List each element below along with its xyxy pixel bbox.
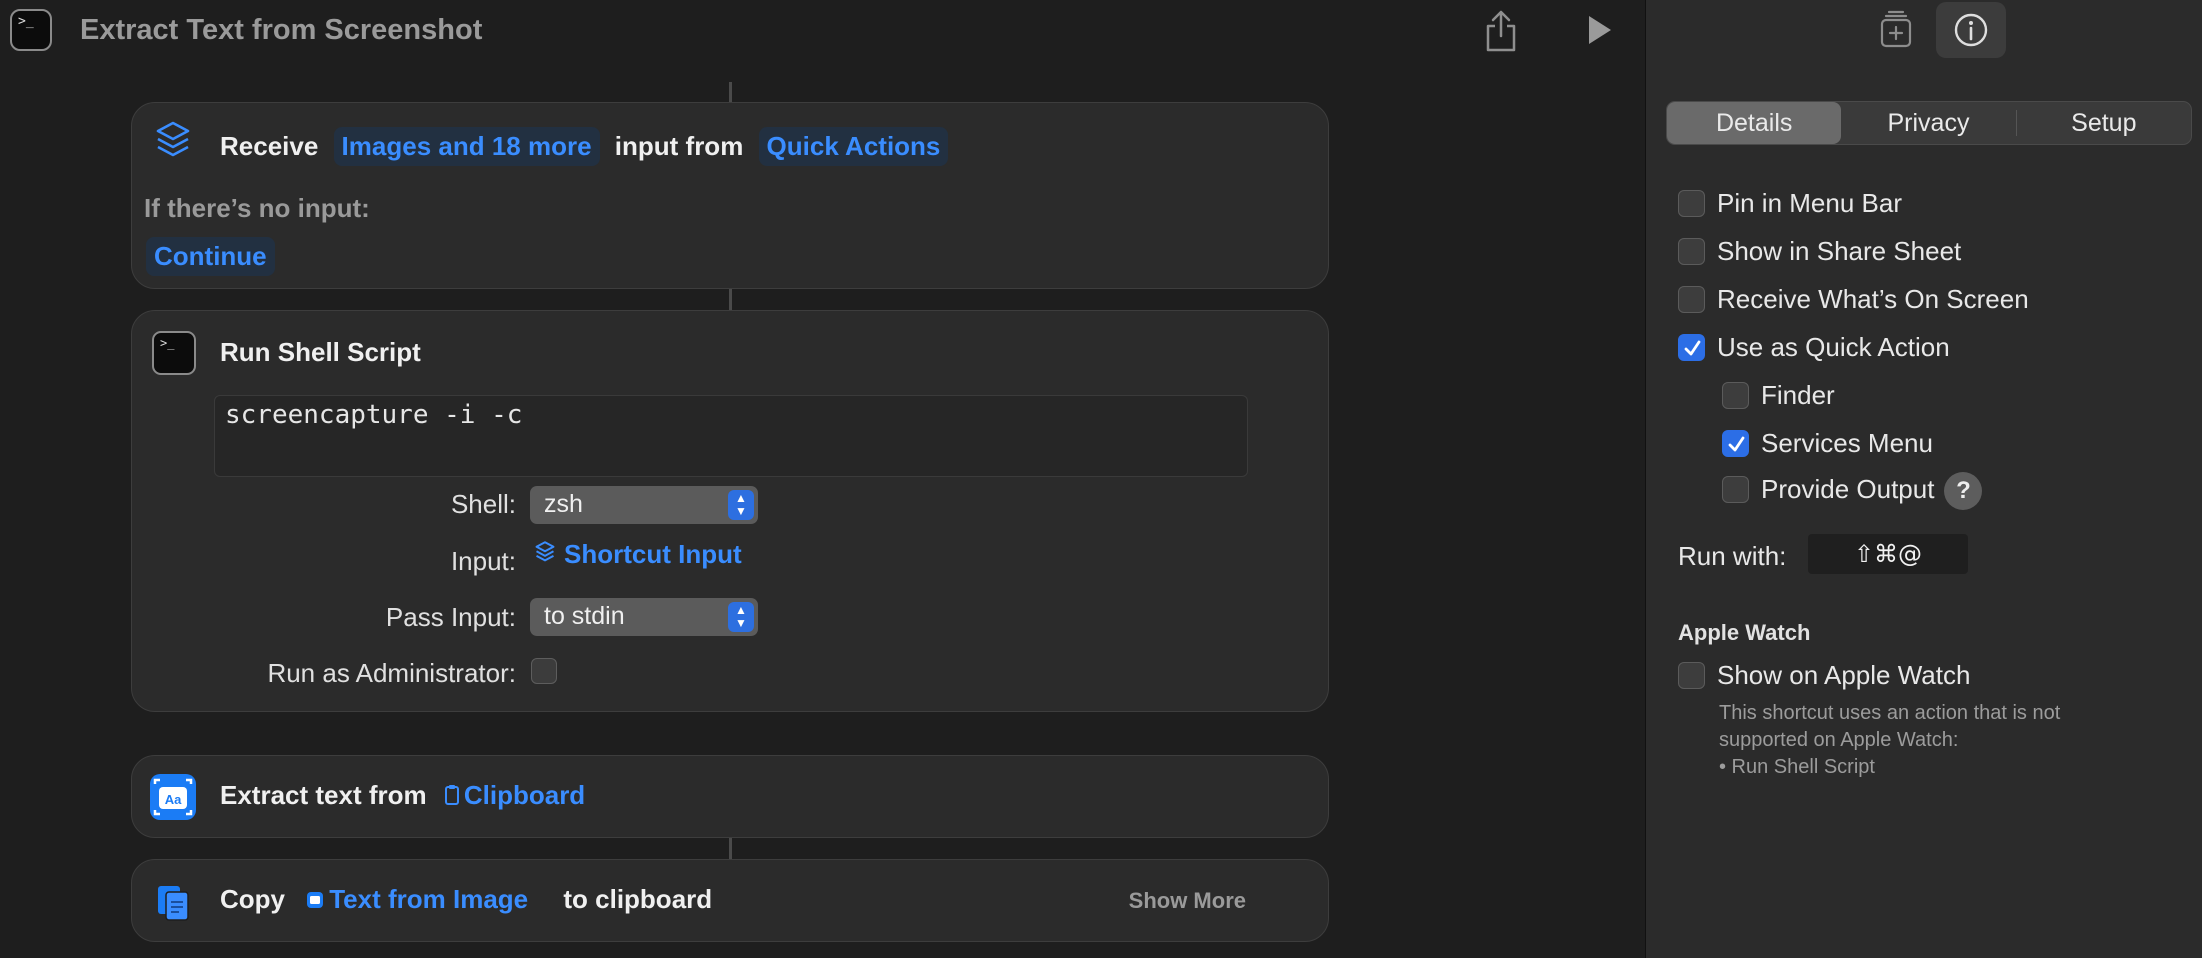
info-button[interactable]: [1936, 2, 2006, 58]
run-as-admin-label: Run as Administrator:: [267, 658, 516, 688]
option-services-menu[interactable]: Services Menu: [1722, 428, 1933, 459]
help-button[interactable]: ?: [1944, 472, 1983, 510]
run-button[interactable]: [1583, 13, 1615, 47]
copy-suffix: to clipboard: [563, 884, 713, 914]
quick-action-label: Use as Quick Action: [1717, 332, 1950, 362]
share-icon: [1486, 10, 1516, 52]
input-from-label: input from: [614, 131, 744, 161]
text-recognition-icon: Aa: [150, 774, 196, 820]
clipboard-pill[interactable]: Clipboard: [444, 780, 585, 810]
show-on-watch-checkbox[interactable]: [1678, 661, 1705, 689]
watch-note-line: supported on Apple Watch:: [1719, 729, 1959, 751]
text-from-image-pill[interactable]: Text from Image: [306, 884, 528, 914]
option-quick-action[interactable]: Use as Quick Action: [1678, 332, 1950, 363]
input-types-pill[interactable]: Images and 18 more: [333, 127, 600, 166]
shell-select[interactable]: zsh ▲ ▼: [530, 486, 758, 524]
text-from-image-label: Text from Image: [329, 884, 529, 914]
pass-input-value: to stdin: [544, 602, 625, 630]
inspector-panel: Details Privacy Setup Pin in Menu Bar Sh…: [1645, 0, 2202, 958]
option-whats-on-screen[interactable]: Receive What’s On Screen: [1678, 284, 2029, 315]
input-variable-pill[interactable]: Shortcut Input: [532, 539, 742, 570]
watch-support-note: This shortcut uses an action that is not…: [1719, 700, 2149, 781]
text-recognition-icon: [307, 892, 324, 908]
connector-line: [729, 82, 732, 102]
chevron-updown-icon: ▲ ▼: [728, 602, 754, 632]
terminal-icon: >_: [152, 331, 196, 375]
quick-action-checkbox[interactable]: [1678, 333, 1705, 361]
provide-output-checkbox[interactable]: [1722, 475, 1749, 503]
option-provide-output[interactable]: Provide Output?: [1722, 472, 1983, 510]
inspector-tabs: Details Privacy Setup: [1666, 101, 2192, 145]
whats-on-screen-checkbox[interactable]: [1678, 285, 1705, 313]
whats-on-screen-label: Receive What’s On Screen: [1717, 284, 2029, 314]
show-on-watch-label: Show on Apple Watch: [1717, 660, 1971, 690]
shortcut-input-icon: [150, 119, 196, 165]
finder-label: Finder: [1761, 380, 1835, 410]
copy-icon: [150, 878, 196, 924]
option-pin-menu-bar[interactable]: Pin in Menu Bar: [1678, 188, 1902, 219]
input-source-pill[interactable]: Quick Actions: [758, 127, 949, 166]
chevron-updown-icon: ▲ ▼: [728, 490, 754, 520]
checkmark-icon: [1684, 340, 1701, 356]
connector-line: [729, 289, 732, 310]
play-icon: [1589, 16, 1611, 44]
receive-action-card[interactable]: Receive Images and 18 more input from Qu…: [131, 102, 1329, 289]
no-input-label: If there’s no input:: [144, 193, 370, 223]
window-title: Extract Text from Screenshot: [80, 14, 483, 46]
connector-line: [729, 838, 732, 859]
keyboard-shortcut-field[interactable]: ⇧⌘@: [1808, 534, 1968, 574]
tab-details[interactable]: Details: [1667, 102, 1842, 144]
share-button[interactable]: [1484, 8, 1518, 54]
shortcut-editor: >_ Extract Text from Screenshot Receive: [0, 0, 1645, 958]
info-icon: [1954, 13, 1988, 47]
input-label: Input:: [450, 546, 516, 576]
shell-label: Shell:: [450, 489, 516, 519]
run-as-admin-checkbox[interactable]: [531, 658, 557, 684]
title-bar: >_ Extract Text from Screenshot: [0, 0, 1645, 62]
tab-setup[interactable]: Setup: [2017, 102, 2191, 144]
services-menu-label: Services Menu: [1761, 428, 1933, 458]
tab-privacy[interactable]: Privacy: [1841, 102, 2015, 144]
finder-checkbox[interactable]: [1722, 381, 1749, 409]
pass-input-label: Pass Input:: [385, 602, 516, 632]
pin-menu-bar-label: Pin in Menu Bar: [1717, 188, 1902, 218]
terminal-icon: >_: [10, 9, 52, 51]
extract-text-card[interactable]: Aa Extract text from Clipboard: [131, 755, 1329, 838]
show-more-button[interactable]: Show More: [1129, 888, 1246, 914]
shell-select-value: zsh: [544, 490, 583, 518]
receive-label: Receive: [220, 131, 319, 161]
provide-output-label: Provide Output: [1761, 473, 1935, 504]
svg-text:Aa: Aa: [165, 792, 182, 807]
clipboard-label: Clipboard: [463, 780, 586, 810]
pin-menu-bar-checkbox[interactable]: [1678, 189, 1705, 217]
action-title: Run Shell Script: [220, 337, 421, 367]
extract-row: Extract text from Clipboard: [220, 780, 585, 811]
shortcut-input-icon: [535, 541, 555, 562]
option-show-on-watch[interactable]: Show on Apple Watch: [1678, 660, 1970, 691]
script-editor[interactable]: screencapture -i -c: [214, 395, 1248, 477]
run-with-label: Run with:: [1678, 541, 1787, 571]
watch-note-line: This shortcut uses an action that is not: [1719, 702, 2061, 724]
share-sheet-checkbox[interactable]: [1678, 237, 1705, 265]
services-menu-checkbox[interactable]: [1722, 429, 1749, 457]
receive-row: Receive Images and 18 more input from Qu…: [220, 127, 956, 166]
option-finder[interactable]: Finder: [1722, 380, 1835, 411]
copy-to-clipboard-card[interactable]: Copy Text from Image to clipboard Show M…: [131, 859, 1329, 942]
option-share-sheet[interactable]: Show in Share Sheet: [1678, 236, 1961, 267]
add-action-icon[interactable]: [1876, 10, 1916, 50]
no-input-continue-pill[interactable]: Continue: [146, 237, 275, 276]
input-variable-label: Shortcut Input: [564, 539, 742, 569]
copy-label: Copy: [220, 884, 285, 914]
share-sheet-label: Show in Share Sheet: [1717, 236, 1962, 266]
clipboard-icon: [444, 785, 459, 805]
checkmark-icon: [1728, 436, 1745, 452]
run-shell-script-card[interactable]: >_ Run Shell Script screencapture -i -c …: [131, 310, 1329, 712]
watch-note-line: • Run Shell Script: [1719, 756, 1875, 778]
pass-input-select[interactable]: to stdin ▲ ▼: [530, 598, 758, 636]
extract-label: Extract text from: [220, 780, 427, 810]
apple-watch-heading: Apple Watch: [1678, 620, 1811, 645]
copy-row: Copy Text from Image to clipboard: [220, 884, 712, 915]
